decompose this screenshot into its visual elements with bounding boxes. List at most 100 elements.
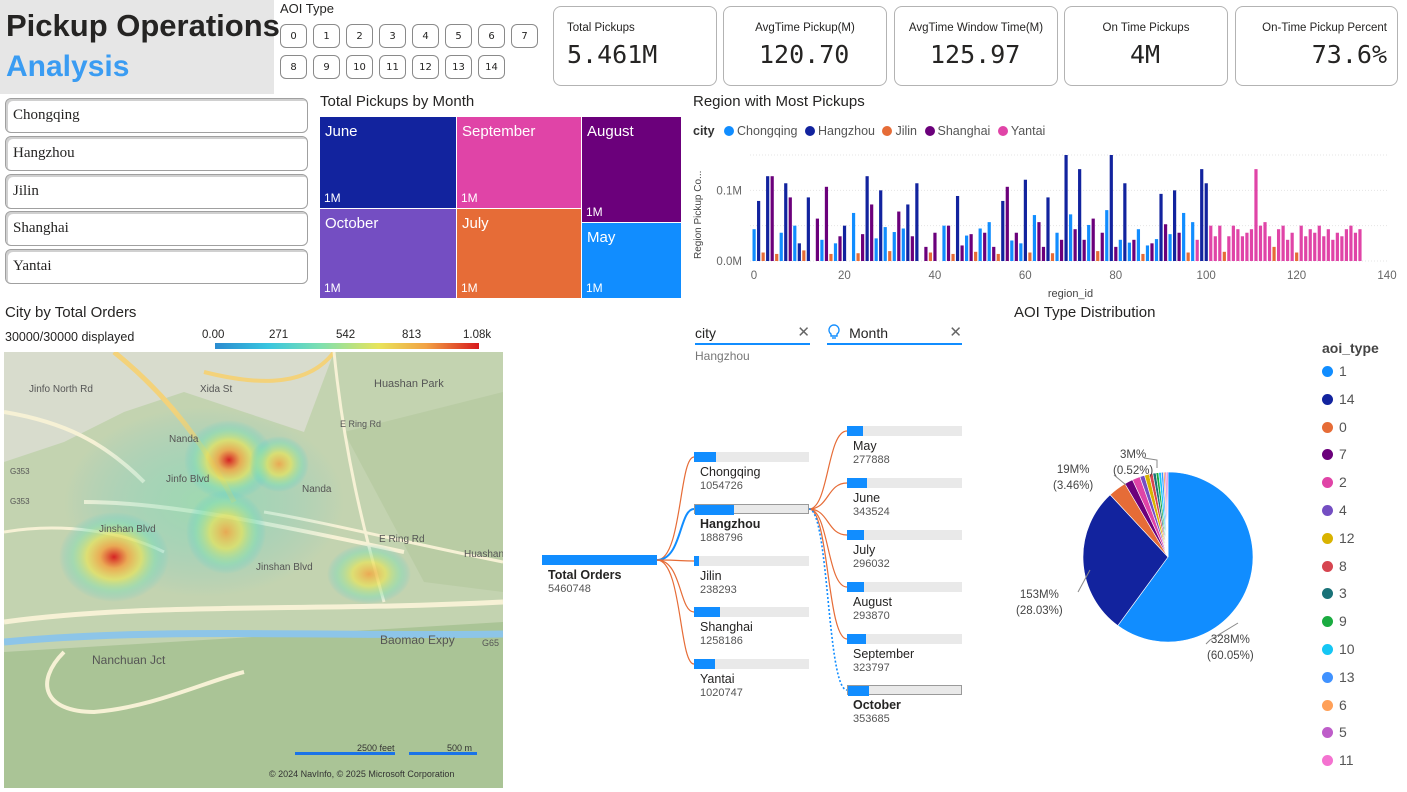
aoi-chip-1[interactable]: 1 <box>313 24 340 48</box>
aoi-chip-0[interactable]: 0 <box>280 24 307 48</box>
bar-hangzhou <box>1172 190 1177 261</box>
pie-legend-item-0[interactable]: 0 <box>1322 419 1347 435</box>
bar-jilin <box>888 251 892 261</box>
close-icon[interactable]: ✕ <box>949 323 962 341</box>
bar-chart-legend: city Chongqing Hangzhou Jilin Shanghai Y… <box>693 124 1045 138</box>
pie-legend-item-6[interactable]: 6 <box>1322 697 1347 713</box>
decomp-city-chongqing-bar[interactable] <box>694 452 809 462</box>
pie-legend-item-1[interactable]: 1 <box>1322 363 1347 379</box>
legend-item-shanghai[interactable]: Shanghai <box>924 124 990 138</box>
decomp-month-august-bar[interactable] <box>847 582 962 592</box>
aoi-chip-2[interactable]: 2 <box>346 24 373 48</box>
legend-dot <box>1322 449 1333 461</box>
aoi-chip-3[interactable]: 3 <box>379 24 406 48</box>
decomp-filter-city[interactable]: city ✕ <box>695 323 810 345</box>
treemap-cell-may[interactable]: May 1M <box>582 223 681 298</box>
aoi-chip-9[interactable]: 9 <box>313 55 340 79</box>
pie-legend-item-12[interactable]: 12 <box>1322 530 1355 546</box>
decomp-city-yantai-bar[interactable] <box>694 659 809 669</box>
decomp-month-september-bar[interactable] <box>847 634 962 644</box>
treemap-cell-june[interactable]: June 1M <box>320 117 456 208</box>
decomp-month-may-bar[interactable] <box>847 426 962 436</box>
aoi-chip-12[interactable]: 12 <box>412 55 439 79</box>
pie-legend-item-10[interactable]: 10 <box>1322 641 1355 657</box>
decomp-month-october-bar[interactable] <box>847 685 962 696</box>
aoi-chip-10[interactable]: 10 <box>346 55 373 79</box>
bar-chongqing <box>978 228 982 261</box>
bar-chongqing <box>1191 222 1195 261</box>
aoi-chip-13[interactable]: 13 <box>445 55 472 79</box>
legend-title: city <box>693 124 715 138</box>
treemap-cell-september[interactable]: September 1M <box>457 117 581 208</box>
bar-jilin <box>928 252 933 261</box>
decomp-month-september-bar-fill <box>847 634 867 644</box>
bar-shanghai <box>1082 239 1086 261</box>
pie-legend-item-14[interactable]: 14 <box>1322 391 1355 407</box>
bar-chongqing <box>851 212 856 261</box>
decomp-root-bar[interactable] <box>542 555 657 565</box>
aoi-chip-4[interactable]: 4 <box>412 24 439 48</box>
bar-hangzhou <box>766 176 770 261</box>
pie-legend-item-9[interactable]: 9 <box>1322 613 1347 629</box>
pie-legend-item-7[interactable]: 7 <box>1322 446 1347 462</box>
city-slicer-hangzhou[interactable]: Hangzhou <box>5 136 308 171</box>
pie-legend-item-4[interactable]: 4 <box>1322 502 1347 518</box>
bar-hangzhou <box>1023 179 1027 261</box>
aoi-chip-7[interactable]: 7 <box>511 24 538 48</box>
decomp-city-chongqing-bar-fill <box>694 452 716 462</box>
decomp-filter-month[interactable]: Month ✕ <box>827 323 962 345</box>
decomp-month-july-name: July <box>853 543 876 557</box>
legend-item-yantai[interactable]: Yantai <box>997 124 1045 138</box>
bar-jilin <box>1222 251 1226 261</box>
decomp-month-june-bar[interactable] <box>847 478 962 488</box>
pie-legend-item-11[interactable]: 11 <box>1322 752 1354 768</box>
decomp-city-jilin-bar[interactable] <box>694 556 809 566</box>
treemap-cell-july[interactable]: July 1M <box>457 209 581 298</box>
aoi-chip-6[interactable]: 6 <box>478 24 505 48</box>
decomp-city-shanghai-bar[interactable] <box>694 607 809 617</box>
aoi-chip-5[interactable]: 5 <box>445 24 472 48</box>
city-slicer-jilin[interactable]: Jilin <box>5 174 308 209</box>
pie-legend-item-13[interactable]: 13 <box>1322 669 1355 685</box>
treemap-cell-october[interactable]: October 1M <box>320 209 456 298</box>
heat-scale-tick: 542 <box>336 329 356 341</box>
legend-item-chongqing[interactable]: Chongqing <box>724 124 798 138</box>
decomp-city-hangzhou-bar[interactable] <box>694 504 809 515</box>
city-slicer-yantai[interactable]: Yantai <box>5 249 308 284</box>
decomp-month-july-bar[interactable] <box>847 530 962 540</box>
pie-legend-item-5[interactable]: 5 <box>1322 724 1347 740</box>
bar-jilin <box>856 253 860 261</box>
city-slicer-shanghai[interactable]: Shanghai <box>5 211 308 246</box>
pie-legend-item-8[interactable]: 8 <box>1322 558 1347 574</box>
bar-chongqing <box>1168 234 1172 261</box>
aoi-chip-14[interactable]: 14 <box>478 55 505 79</box>
legend-item-hangzhou[interactable]: Hangzhou <box>804 124 875 138</box>
city-slicer-chongqing[interactable]: Chongqing <box>5 98 308 133</box>
bar-yantai <box>1340 236 1344 261</box>
decomp-city-chongqing-value: 1054726 <box>700 480 743 492</box>
legend-item-jilin[interactable]: Jilin <box>882 124 917 138</box>
bar-chongqing <box>833 243 838 261</box>
bar-chongqing <box>793 225 797 261</box>
x-axis-label: region_id <box>1048 288 1093 300</box>
close-icon[interactable]: ✕ <box>797 323 810 341</box>
bar-yantai <box>1353 232 1358 261</box>
aoi-chip-11[interactable]: 11 <box>379 55 406 79</box>
pie-legend-item-2[interactable]: 2 <box>1322 474 1347 490</box>
decomp-filter-value: Hangzhou <box>695 349 750 363</box>
treemap-cell-august[interactable]: August 1M <box>582 117 681 222</box>
bar-shanghai <box>933 232 937 261</box>
heat-map[interactable]: Huashan Park Xida St Jinfo North Rd Nanda Ji… <box>4 352 503 788</box>
bar-chongqing <box>1032 215 1037 261</box>
heat-spot <box>249 436 309 492</box>
pie-legend-label: 6 <box>1339 696 1347 713</box>
bar-yantai <box>1195 239 1199 261</box>
bar-shanghai <box>1132 239 1136 261</box>
aoi-chip-8[interactable]: 8 <box>280 55 307 79</box>
bar-yantai <box>1240 236 1245 261</box>
pie-legend-label: 13 <box>1339 668 1355 685</box>
map-title: City by Total Orders <box>5 304 137 321</box>
pie-legend-item-3[interactable]: 3 <box>1322 585 1347 601</box>
treemap-title: Total Pickups by Month <box>320 93 475 110</box>
bar-chongqing <box>987 222 991 261</box>
